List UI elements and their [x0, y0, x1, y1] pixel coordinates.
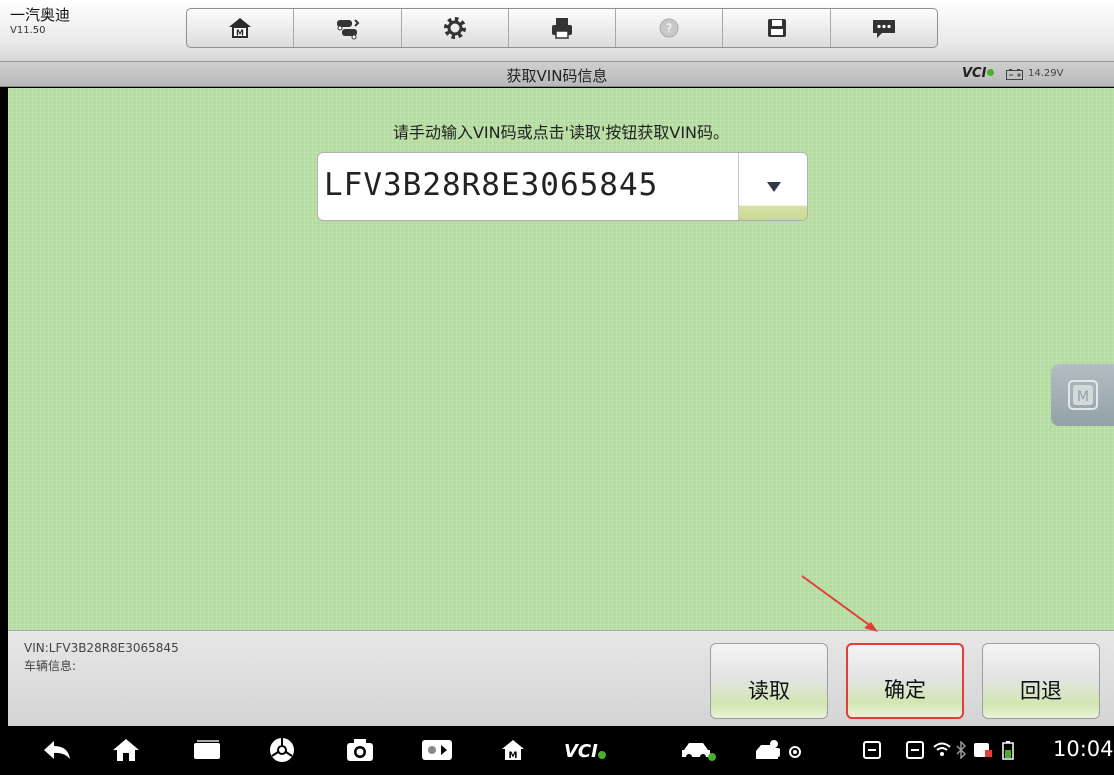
screen-status-2 — [905, 736, 925, 764]
maxisys-icon: M — [502, 740, 524, 761]
wifi-icon — [933, 742, 951, 756]
message-button[interactable] — [831, 9, 937, 47]
camera-button[interactable] — [344, 736, 376, 764]
vci-connected-dot — [987, 69, 995, 76]
screen-icon — [863, 741, 881, 759]
top-bar: 一汽奥迪 V11.50 M ? — [0, 0, 1114, 62]
recent-apps-button[interactable] — [190, 736, 224, 764]
home-nav-button[interactable] — [110, 736, 142, 764]
main-content: 请手动输入VIN码或点击'读取'按钮获取VIN码。 LFV3B28R8E3065… — [8, 88, 1114, 630]
app-title: 一汽奥迪 — [10, 6, 71, 24]
sd-card-status — [972, 736, 994, 764]
car-icon — [682, 743, 716, 761]
vehicle-swap-icon — [337, 19, 360, 40]
battery-voltage: 14.29V — [1028, 68, 1064, 79]
vci-nav-button[interactable]: VCI — [564, 736, 608, 764]
vin-dropdown-button[interactable] — [738, 153, 807, 220]
settings-button[interactable] — [402, 9, 509, 47]
brightness-button[interactable] — [420, 736, 454, 764]
svg-text:M: M — [236, 29, 244, 38]
settings-icon — [443, 17, 466, 39]
clock: 10:04 — [1053, 737, 1114, 761]
toolbar: M ? — [186, 8, 938, 48]
home-button[interactable]: M — [187, 9, 295, 47]
annotation-arrow — [801, 575, 878, 632]
vehicle-info: 车辆信息: — [24, 659, 77, 673]
screen-icon-2 — [906, 741, 924, 759]
battery-icon — [1006, 69, 1023, 80]
browser-button[interactable] — [266, 736, 298, 764]
side-button-label: M — [1077, 389, 1089, 405]
vehicle-swap-button[interactable] — [294, 9, 402, 47]
help-button[interactable]: ? — [616, 9, 724, 47]
bluetooth-status — [954, 736, 968, 764]
back-nav-button[interactable] — [40, 736, 74, 764]
maxisys-m-icon: M — [1068, 380, 1098, 410]
screen-status — [862, 736, 882, 764]
page-title: 获取VIN码信息 — [506, 67, 608, 85]
back-icon — [44, 741, 70, 759]
recent-apps-icon — [194, 740, 220, 759]
confirm-button[interactable]: 确定 — [846, 643, 964, 719]
bottom-panel: VIN:LFV3B28R8E3065845 车辆信息: 读取 确定 回退 — [8, 630, 1114, 726]
vci-icon: VCI — [564, 741, 606, 762]
browser-icon — [270, 738, 294, 762]
sd-card-icon — [974, 743, 992, 757]
camera-icon — [347, 739, 373, 761]
wifi-status — [932, 736, 952, 764]
print-button[interactable] — [509, 9, 617, 47]
maxisys-button[interactable]: M — [498, 736, 528, 764]
instruction-text: 请手动输入VIN码或点击'读取'按钮获取VIN码。 — [392, 123, 730, 142]
print-icon — [551, 18, 572, 39]
car-connect-button[interactable] — [754, 736, 804, 764]
svg-text:?: ? — [666, 22, 672, 36]
home-icon — [113, 739, 139, 761]
vin-info: VIN:LFV3B28R8E3065845 — [24, 641, 179, 655]
side-menu-button[interactable]: M — [1051, 364, 1114, 426]
battery-icon — [1002, 741, 1014, 760]
home-icon: M — [229, 18, 252, 38]
save-button[interactable] — [723, 9, 831, 47]
car-button[interactable] — [680, 736, 716, 764]
message-icon — [872, 20, 895, 38]
nav-vci-label: VCI — [564, 741, 598, 762]
system-nav-bar: M VCI 10:04 — [0, 726, 1114, 775]
vci-label: VCI — [962, 66, 987, 81]
title-bar: 获取VIN码信息 VCI 14.29V — [0, 62, 1114, 87]
save-icon — [767, 19, 786, 37]
vci-status: VCI — [962, 66, 995, 81]
app-version: V11.50 — [10, 25, 46, 36]
svg-text:M: M — [509, 751, 518, 761]
battery-status — [1000, 736, 1016, 764]
dropdown-arrow-icon — [767, 182, 781, 192]
help-icon: ? — [659, 18, 679, 38]
bluetooth-icon — [956, 741, 967, 759]
vin-combobox[interactable]: LFV3B28R8E3065845 — [317, 152, 808, 221]
back-button[interactable]: 回退 — [982, 643, 1100, 719]
car-connect-icon — [756, 740, 801, 759]
vin-input[interactable]: LFV3B28R8E3065845 — [324, 167, 658, 203]
read-button[interactable]: 读取 — [710, 643, 828, 719]
brightness-icon — [422, 740, 452, 760]
